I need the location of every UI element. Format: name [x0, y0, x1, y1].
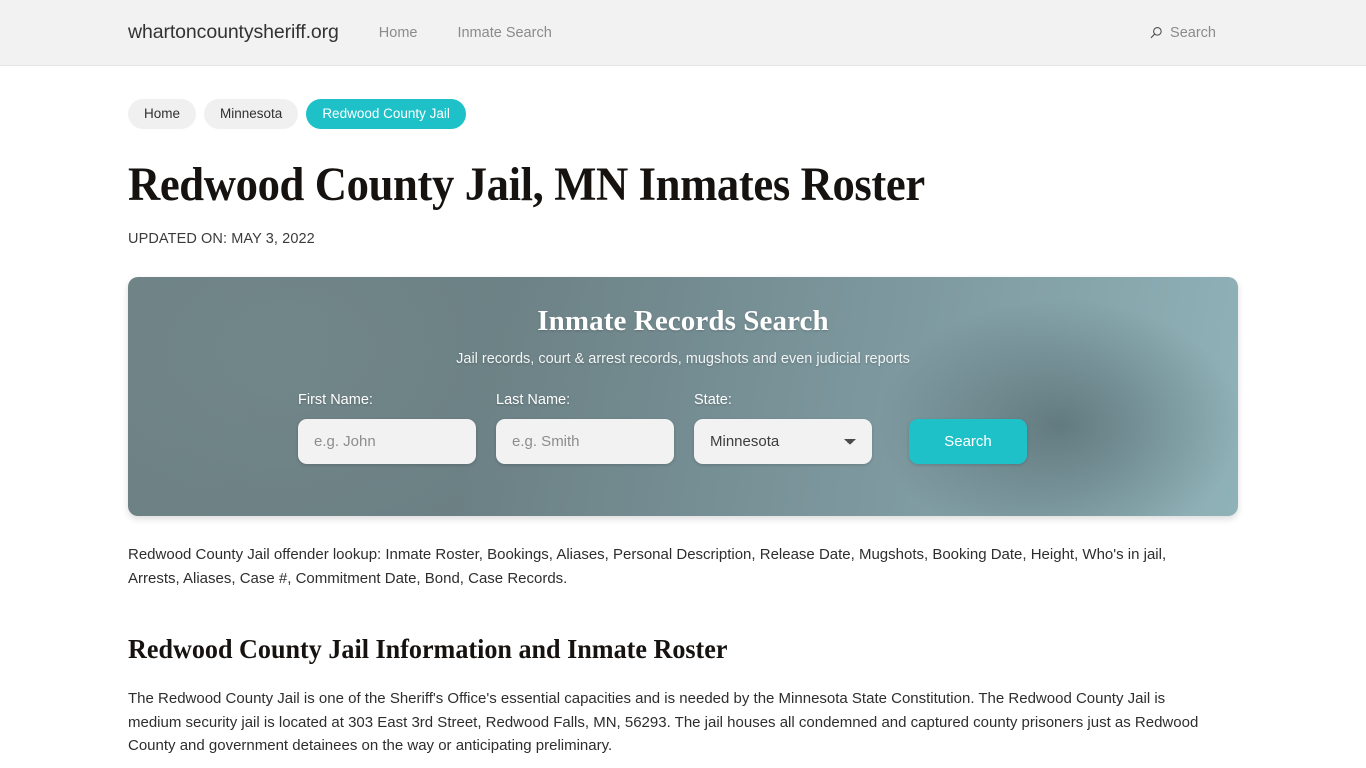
search-panel-title: Inmate Records Search [537, 305, 829, 338]
first-name-label: First Name: [298, 392, 373, 409]
offender-lookup-text: Redwood County Jail offender lookup: Inm… [128, 546, 1167, 587]
header-search-trigger[interactable]: Search [1149, 25, 1216, 41]
site-brand[interactable]: whartoncountysheriff.org [128, 21, 339, 44]
inmate-records-search-panel: Inmate Records Search Jail records, cour… [128, 277, 1238, 517]
search-panel-subtitle: Jail records, court & arrest records, mu… [456, 351, 910, 368]
search-icon [1150, 26, 1162, 38]
last-name-input[interactable] [496, 419, 674, 465]
state-select[interactable]: Minnesota [694, 419, 872, 465]
nav-item-inmate-search[interactable]: Inmate Search [457, 25, 551, 41]
updated-on-text: UPDATED ON: MAY 3, 2022 [128, 231, 315, 248]
section-body-jail-information: The Redwood County Jail is one of the Sh… [128, 690, 1199, 755]
header-search-label: Search [1170, 24, 1216, 41]
breadcrumb-item-home[interactable]: Home [128, 99, 197, 129]
section-title-jail-information: Redwood County Jail Information and Inma… [128, 633, 728, 665]
breadcrumb-item-redwood-county-jail[interactable]: Redwood County Jail [306, 99, 466, 129]
primary-nav: Home Inmate Search [379, 25, 552, 41]
state-label: State: [694, 392, 732, 409]
last-name-field-group: Last Name: [496, 392, 674, 465]
nav-item-home[interactable]: Home [379, 25, 418, 41]
search-submit-button[interactable]: Search [909, 419, 1027, 465]
first-name-input[interactable] [298, 419, 476, 465]
inmate-search-form: First Name: Last Name: State: Minnesota … [128, 367, 1238, 465]
site-header: whartoncountysheriff.org Home Inmate Sea… [0, 0, 1366, 66]
breadcrumb: Home Minnesota Redwood County Jail [128, 66, 1238, 129]
breadcrumb-item-minnesota[interactable]: Minnesota [204, 99, 299, 129]
last-name-label: Last Name: [496, 392, 571, 409]
page-content: Home Minnesota Redwood County Jail Redwo… [0, 66, 1366, 758]
first-name-field-group: First Name: [298, 392, 476, 465]
page-title: Redwood County Jail, MN Inmates Roster [128, 158, 925, 211]
state-field-group: State: Minnesota [694, 392, 872, 465]
